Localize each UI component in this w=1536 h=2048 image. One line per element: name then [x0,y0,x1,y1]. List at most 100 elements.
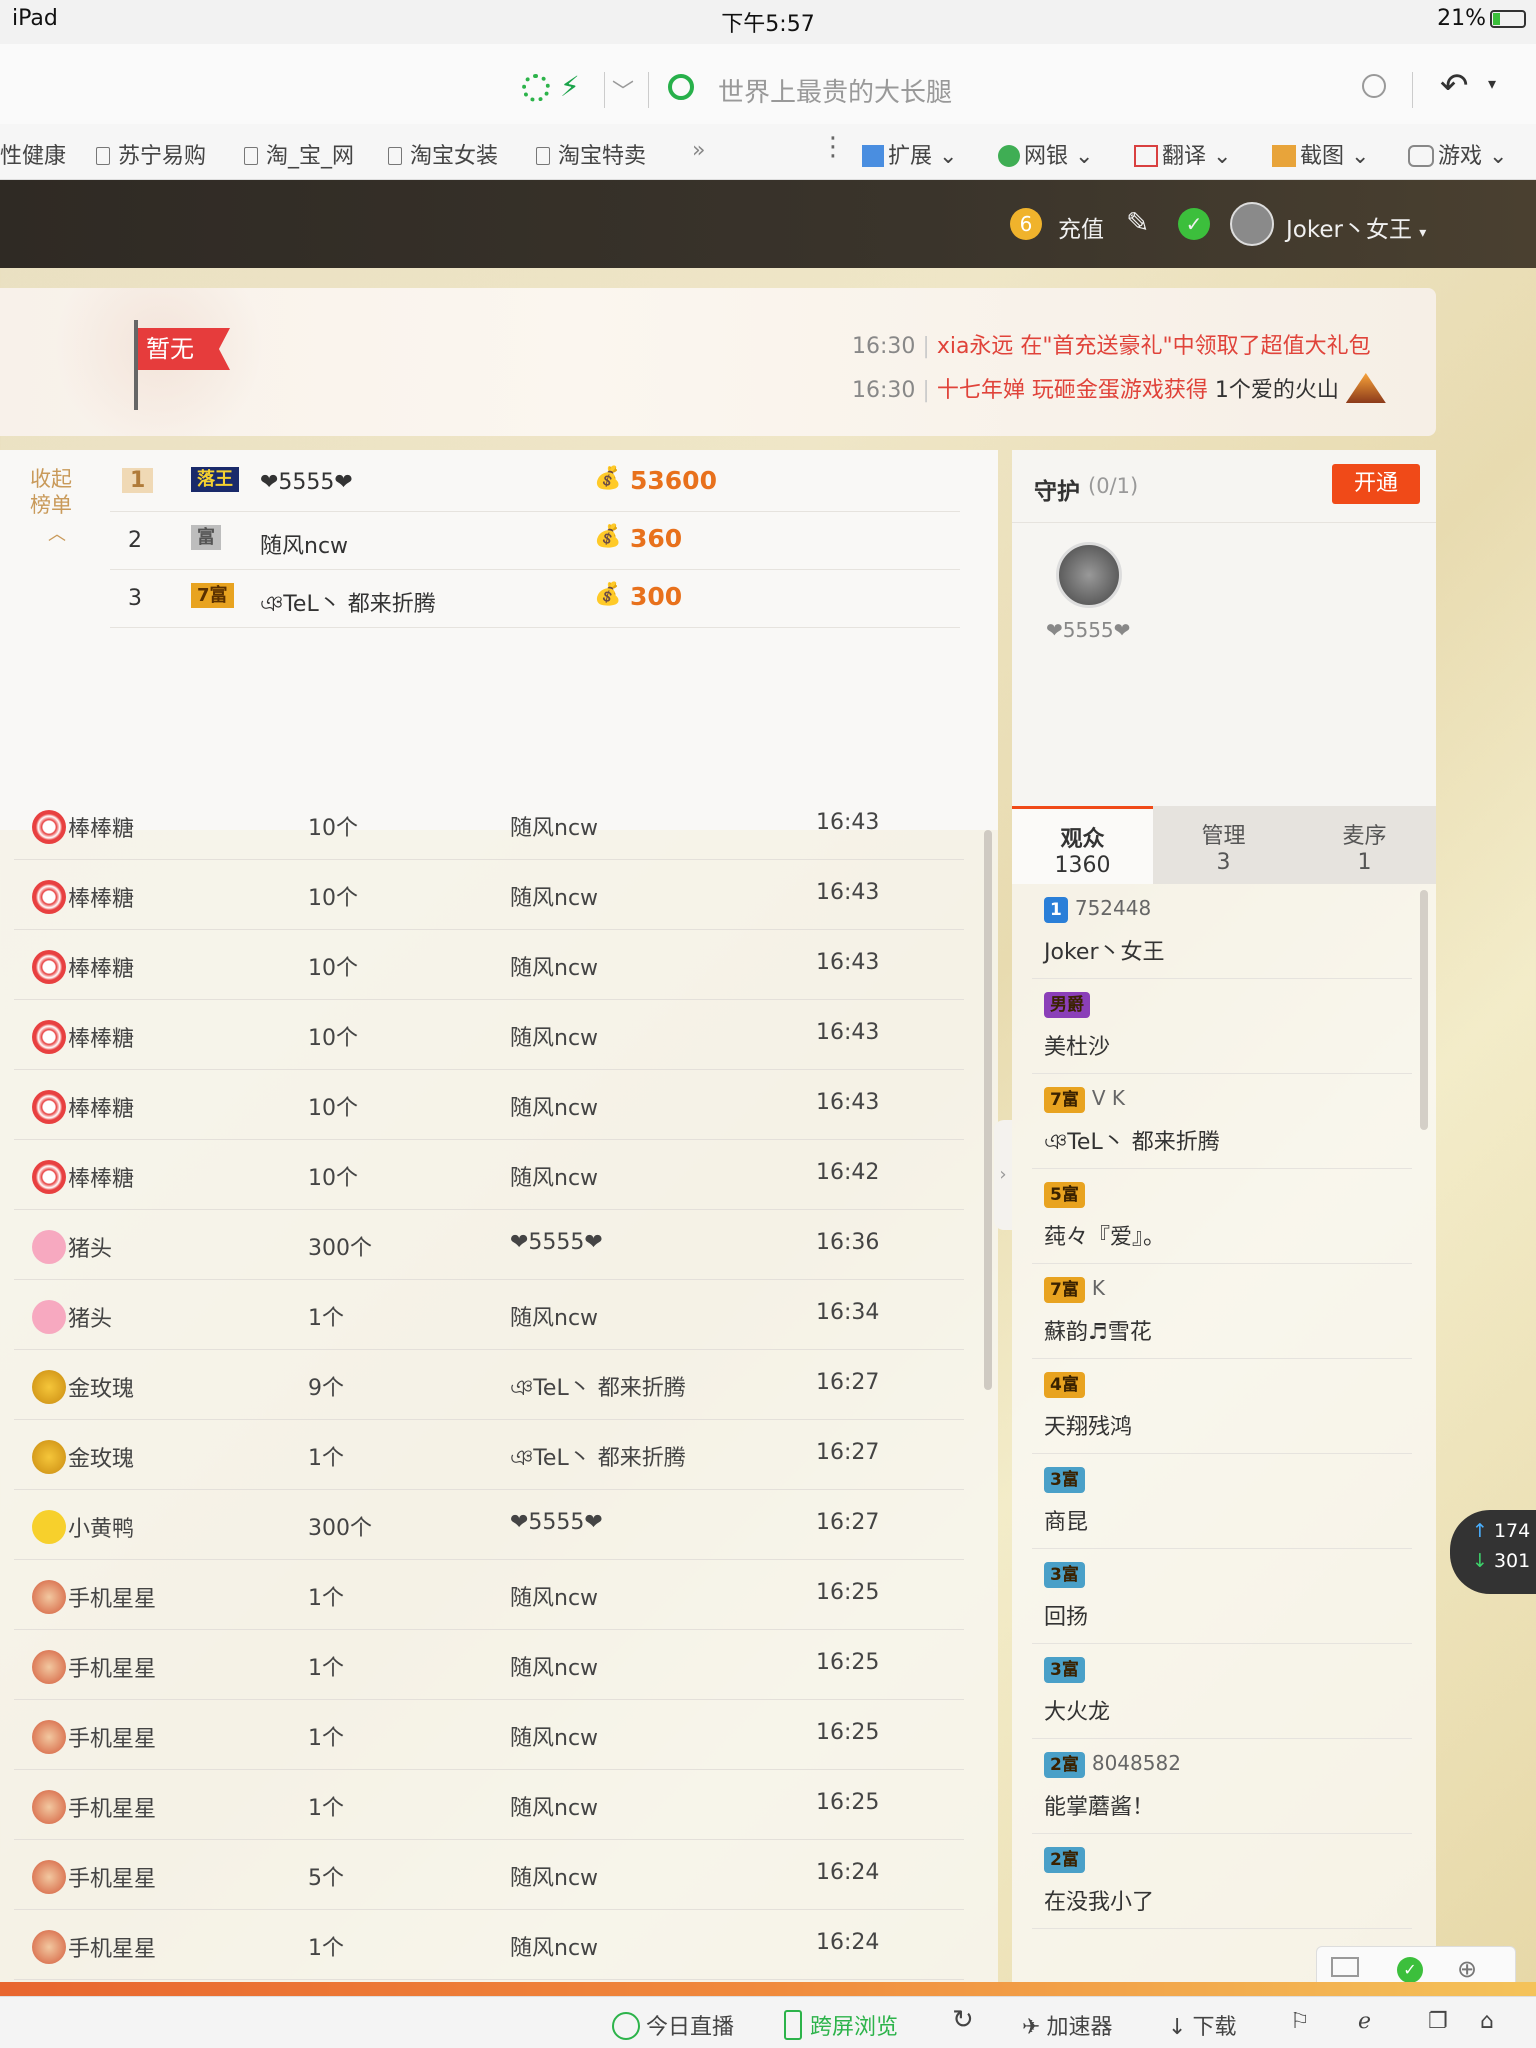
audience-item[interactable]: 3富 大火龙 [1032,1644,1412,1739]
search-input[interactable]: 世界上最贵的大长腿 [718,72,952,109]
lightning-icon[interactable]: ⚡ [560,70,580,103]
audience-item[interactable]: 3富 商昆 [1032,1454,1412,1549]
menu-dots-icon[interactable]: ⋮ [820,132,846,162]
gift-sender[interactable]: 随风ncw [510,1860,598,1892]
gift-quantity: 1个 [308,1306,344,1331]
gift-sender[interactable]: 随风ncw [510,810,598,842]
gift-sender[interactable]: ঞTeL丶 都来折腾 [510,1370,686,1408]
chevron-down-icon[interactable]: ﹀ [612,74,634,106]
gift-sender[interactable]: 随风ncw [510,1300,598,1332]
rank-row[interactable]: 3 7富 ঞTeL丶 都来折腾 💰 300 [110,570,960,628]
gift-sender[interactable]: 随风ncw [510,1090,598,1122]
audience-name[interactable]: 在没我小了 [1044,1884,1154,1916]
audience-item[interactable]: 7富 V K ঞTeL丶 都来折腾 [1032,1074,1412,1169]
history-icon[interactable]: ↻ [952,2005,974,2035]
gift-sender[interactable]: ❤5555❤ [510,1230,603,1255]
rank-user[interactable]: 随风ncw [260,528,348,560]
live-today-button[interactable]: 今日直播 [612,2009,734,2041]
home-icon[interactable]: ⌂ [1480,2009,1494,2034]
audience-name[interactable]: Joker丶女王 [1044,934,1165,966]
guard-panel: 守护 (0/1) 开通 ❤5555❤ [1012,450,1436,806]
search-icon[interactable] [1362,74,1386,98]
gift-list-scrollbar[interactable] [984,830,992,1390]
gift-sender[interactable]: 随风ncw [510,1020,598,1052]
audience-item[interactable]: 1 752448 Joker丶女王 [1032,884,1412,979]
edit-icon[interactable]: ✎ [1126,206,1149,239]
audience-item[interactable]: 5富 莼々『爱』。 [1032,1169,1412,1264]
rank-user[interactable]: ❤5555❤ [260,470,353,495]
tool-bank[interactable]: 网银 ⌄ [998,138,1093,170]
audience-item[interactable]: 4富 天翔残鸿 [1032,1359,1412,1454]
bookmark-item[interactable]: 性健康 [0,138,66,170]
audience-name[interactable]: 回扬 [1044,1599,1088,1631]
rank-user[interactable]: ঞTeL丶 都来折腾 [260,586,436,624]
gift-sender[interactable]: ঞTeL丶 都来折腾 [510,1440,686,1478]
check-icon[interactable]: ✓ [1397,1957,1423,1983]
username-menu[interactable]: Joker丶女王 ▾ [1286,210,1426,244]
gift-sender[interactable]: 随风ncw [510,1930,598,1962]
audience-item[interactable]: 3富 回扬 [1032,1549,1412,1644]
audience-item[interactable]: 7富 K 蘇韵♬雪花 [1032,1264,1412,1359]
accelerator-button[interactable]: ✈ 加速器 [1022,2009,1112,2041]
audience-name[interactable]: ঞTeL丶 都来折腾 [1044,1124,1220,1162]
zoom-icon[interactable]: ⊕ [1457,1955,1477,1983]
audience-name[interactable]: 能掌蘑酱！ [1044,1789,1154,1821]
audience-name[interactable]: 美杜沙 [1044,1029,1110,1061]
cross-screen-button[interactable]: 跨屏浏览 [784,2009,898,2041]
panel-toggle-button[interactable]: › [994,1120,1012,1230]
collapse-rank-button[interactable]: 收起榜单 [30,466,80,518]
audience-item[interactable]: 男爵 美杜沙 [1032,979,1412,1074]
gift-name-cell: 猪头 [32,1230,112,1264]
tab-admin[interactable]: 管理 3 [1153,806,1294,884]
download-button[interactable]: ↓ 下载 [1168,2009,1236,2041]
guard-avatar[interactable] [1056,542,1122,608]
tab-audience[interactable]: 观众 1360 [1012,806,1153,884]
tool-extend[interactable]: 扩展 ⌄ [862,138,957,170]
audience-name[interactable]: 莼々『爱』。 [1044,1219,1165,1251]
flag-icon[interactable]: ⚐ [1290,2009,1310,2034]
audience-name[interactable]: 天翔残鸿 [1044,1409,1132,1441]
recharge-link[interactable]: 充值 [1058,210,1104,244]
mail-icon[interactable] [1331,1957,1359,1977]
bookmark-item[interactable]: 苏宁易购 [96,138,206,170]
gift-sender[interactable]: 随风ncw [510,1650,598,1682]
tool-translate[interactable]: 翻译 ⌄ [1134,138,1231,170]
level-badge: 男爵 [1044,991,1090,1018]
tool-screenshot[interactable]: 截图 ⌄ [1272,138,1369,170]
gift-sender[interactable]: 随风ncw [510,1790,598,1822]
lollipop-icon [32,1090,66,1124]
audience-item[interactable]: 2富 8048582 能掌蘑酱！ [1032,1739,1412,1834]
search-engine-icon[interactable] [668,74,694,100]
verified-icon: ✓ [1178,208,1210,240]
bookmark-item[interactable]: 淘宝女装 [388,138,498,170]
gift-sender[interactable]: ❤5555❤ [510,1510,603,1535]
guard-member-name[interactable]: ❤5555❤ [1046,618,1130,642]
gift-sender[interactable]: 随风ncw [510,1580,598,1612]
ie-icon[interactable]: ℯ [1358,2009,1371,2034]
bookmark-item[interactable]: 淘宝特卖 [536,138,646,170]
audience-name[interactable]: 大火龙 [1044,1694,1110,1726]
rank-row[interactable]: 2 富 随风ncw 💰 360 [110,512,960,570]
window-icon[interactable]: ❐ [1428,2009,1448,2034]
rank-row[interactable]: 1 落王 ❤5555❤ 💰 53600 [110,454,960,512]
audience-scrollbar[interactable] [1420,890,1428,1130]
bookmark-item[interactable]: 淘_宝_网 [244,138,354,170]
open-guard-button[interactable]: 开通 [1332,464,1420,504]
bookmarks-more-button[interactable]: » [692,138,705,163]
audience-item[interactable]: 2富 在没我小了 [1032,1834,1412,1929]
gift-time: 16:27 [816,1510,880,1535]
chevron-up-icon[interactable]: ︿ [48,520,66,546]
gift-sender[interactable]: 随风ncw [510,950,598,982]
network-speed-widget[interactable]: ↑ 174 ↓ 301 [1450,1510,1536,1594]
audience-name[interactable]: 商昆 [1044,1504,1088,1536]
gift-quantity: 5个 [308,1866,344,1891]
undo-icon[interactable]: ↶ [1440,66,1469,106]
tool-games[interactable]: 游戏 ⌄ [1408,138,1507,170]
avatar[interactable] [1230,202,1274,246]
undo-menu-icon[interactable]: ▾ [1488,74,1496,93]
gift-sender[interactable]: 随风ncw [510,1160,598,1192]
audience-name[interactable]: 蘇韵♬雪花 [1044,1314,1152,1346]
gift-sender[interactable]: 随风ncw [510,880,598,912]
gift-sender[interactable]: 随风ncw [510,1720,598,1752]
tab-mic-queue[interactable]: 麦序 1 [1294,806,1435,884]
